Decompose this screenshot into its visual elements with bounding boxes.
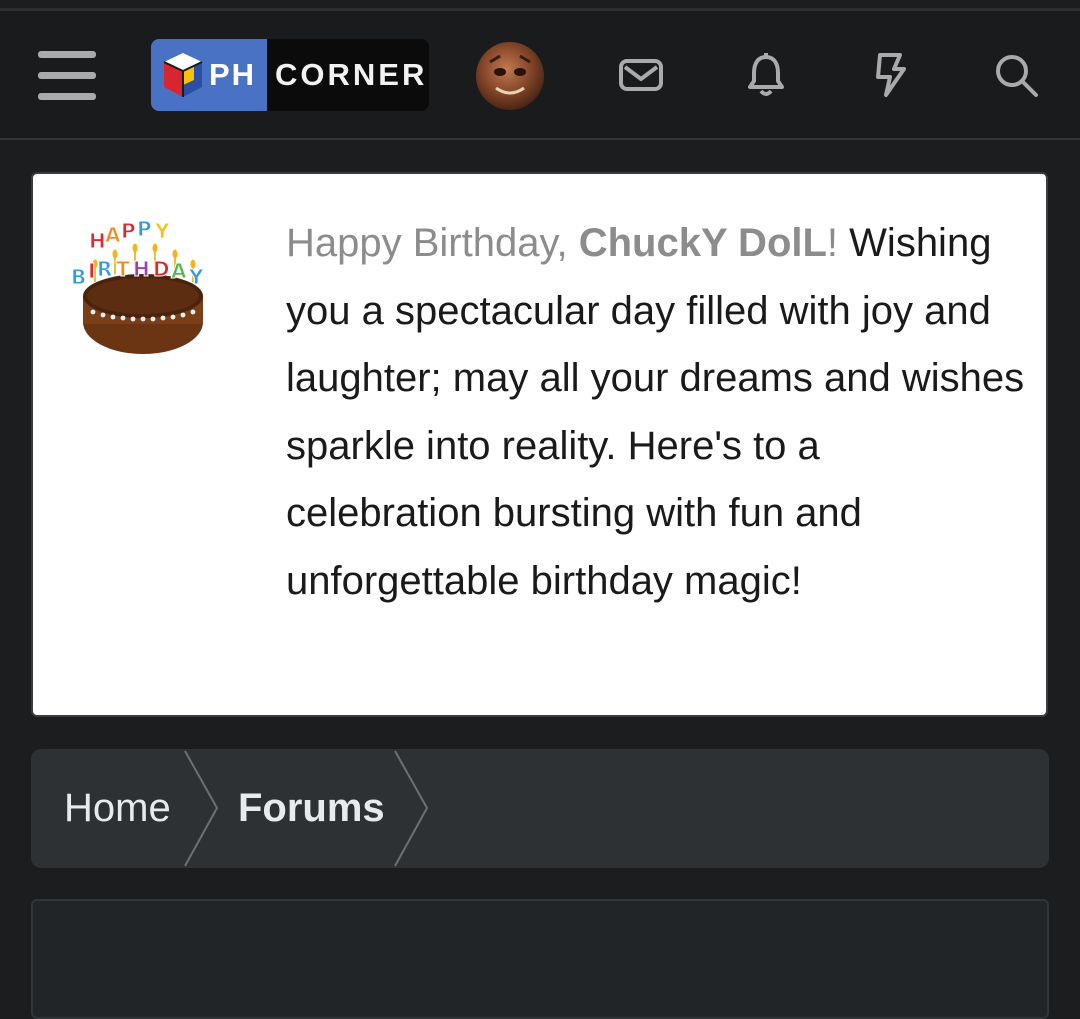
birthday-cake-icon: H A P P Y B I R T H D A Y xyxy=(71,217,205,354)
logo-ph-text: PH xyxy=(209,57,257,92)
envelope-icon[interactable] xyxy=(617,51,665,99)
birthday-notice: H A P P Y B I R T H D A Y Happy Birthday… xyxy=(31,172,1048,717)
avatar-face-icon xyxy=(489,54,531,95)
cube-logo-icon xyxy=(163,53,203,97)
svg-text:D: D xyxy=(153,257,170,281)
greeting-suffix: ! xyxy=(826,221,839,265)
breadcrumb-home[interactable]: Home xyxy=(64,749,171,868)
avatar[interactable] xyxy=(476,42,544,110)
svg-text:I: I xyxy=(88,259,95,283)
svg-text:R: R xyxy=(97,257,112,281)
logo-corner-text: CORNER xyxy=(275,57,428,92)
birthday-message: Happy Birthday, ChuckY DolL! Wishing you… xyxy=(286,210,1026,615)
svg-text:A: A xyxy=(171,259,187,283)
svg-text:B: B xyxy=(71,265,86,289)
svg-text:A: A xyxy=(105,223,121,247)
svg-text:P: P xyxy=(137,217,152,241)
birthday-username[interactable]: ChuckY DolL xyxy=(579,221,827,265)
svg-text:Y: Y xyxy=(154,219,170,243)
site-logo[interactable]: PH CORNER xyxy=(151,39,429,111)
logo-badge: PH xyxy=(151,39,267,111)
svg-text:T: T xyxy=(116,257,130,281)
breadcrumb-forums[interactable]: Forums xyxy=(238,749,385,868)
breadcrumb-separator-icon xyxy=(394,750,429,867)
search-icon[interactable] xyxy=(992,51,1040,99)
content-panel xyxy=(31,899,1049,1019)
bell-icon[interactable] xyxy=(742,51,790,99)
svg-text:P: P xyxy=(121,219,136,243)
svg-text:H: H xyxy=(133,257,150,281)
greeting-prefix: Happy Birthday, xyxy=(286,221,579,265)
lightning-icon[interactable] xyxy=(866,51,914,99)
breadcrumb-separator-icon xyxy=(184,750,219,867)
menu-icon[interactable] xyxy=(36,49,98,101)
svg-text:H: H xyxy=(89,229,106,253)
breadcrumb: Home Forums xyxy=(31,749,1049,868)
site-header: PH CORNER xyxy=(0,11,1080,140)
birthday-wish-text: Wishing you a spectacular day filled wit… xyxy=(286,221,1025,603)
svg-text:Y: Y xyxy=(188,265,204,289)
